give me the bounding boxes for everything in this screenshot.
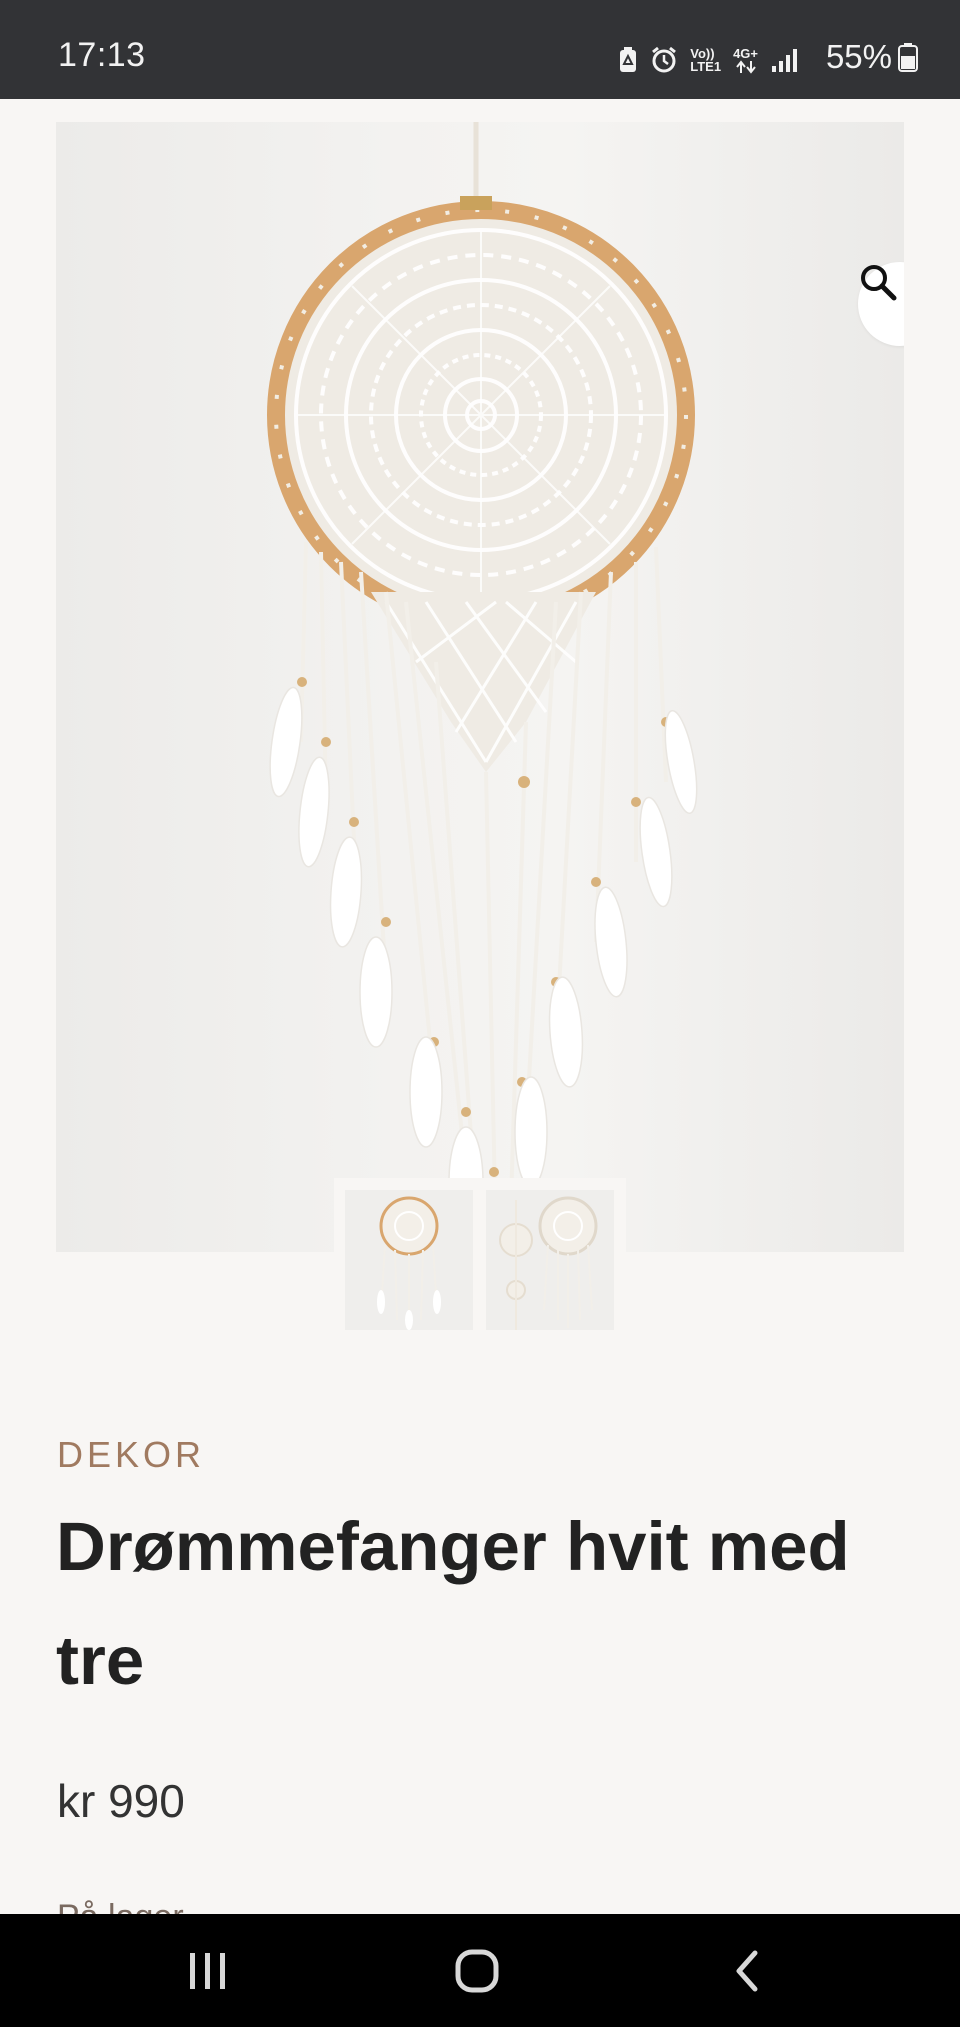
- thumbnail-2-image: [499, 1196, 598, 1330]
- back-button[interactable]: [666, 1914, 826, 2027]
- product-price: kr 990: [57, 1775, 185, 1827]
- battery-saver-icon: [620, 47, 637, 72]
- battery-percent: 55%: [825, 38, 892, 75]
- product-category[interactable]: DEKOR: [57, 1434, 205, 1476]
- status-time: 17:13: [58, 36, 146, 74]
- search-icon: [861, 265, 897, 301]
- status-icons: Vo)) LTE1 4G+: [618, 40, 800, 80]
- alarm-icon: [652, 46, 677, 73]
- signal-icon: [772, 49, 797, 72]
- recents-button[interactable]: [128, 1914, 288, 2027]
- thumbnail-strip: [334, 1178, 626, 1333]
- volte-indicator: Vo)) LTE1: [690, 46, 722, 74]
- status-bar: 17:13 Vo)) LTE1 4G+ 55%: [0, 0, 960, 99]
- battery-icon: [898, 43, 918, 72]
- data-arrows-icon: [735, 59, 756, 74]
- product-title: Drømmefanger hvit med tre: [56, 1508, 850, 1699]
- home-button[interactable]: [397, 1914, 557, 2027]
- recents-icon: [190, 1952, 225, 1989]
- back-icon: [736, 1950, 758, 1991]
- product-image[interactable]: [56, 122, 904, 1252]
- thumbnail-1-image: [377, 1196, 441, 1330]
- data-indicator: 4G+: [733, 47, 758, 74]
- thumbnail-2[interactable]: [486, 1190, 614, 1330]
- navigation-bar: [0, 1914, 960, 2027]
- home-icon: [455, 1949, 499, 1992]
- thumbnail-1[interactable]: [345, 1190, 473, 1330]
- battery-indicator: 55%: [826, 38, 918, 76]
- dreamcatcher-illustration: [267, 122, 698, 1243]
